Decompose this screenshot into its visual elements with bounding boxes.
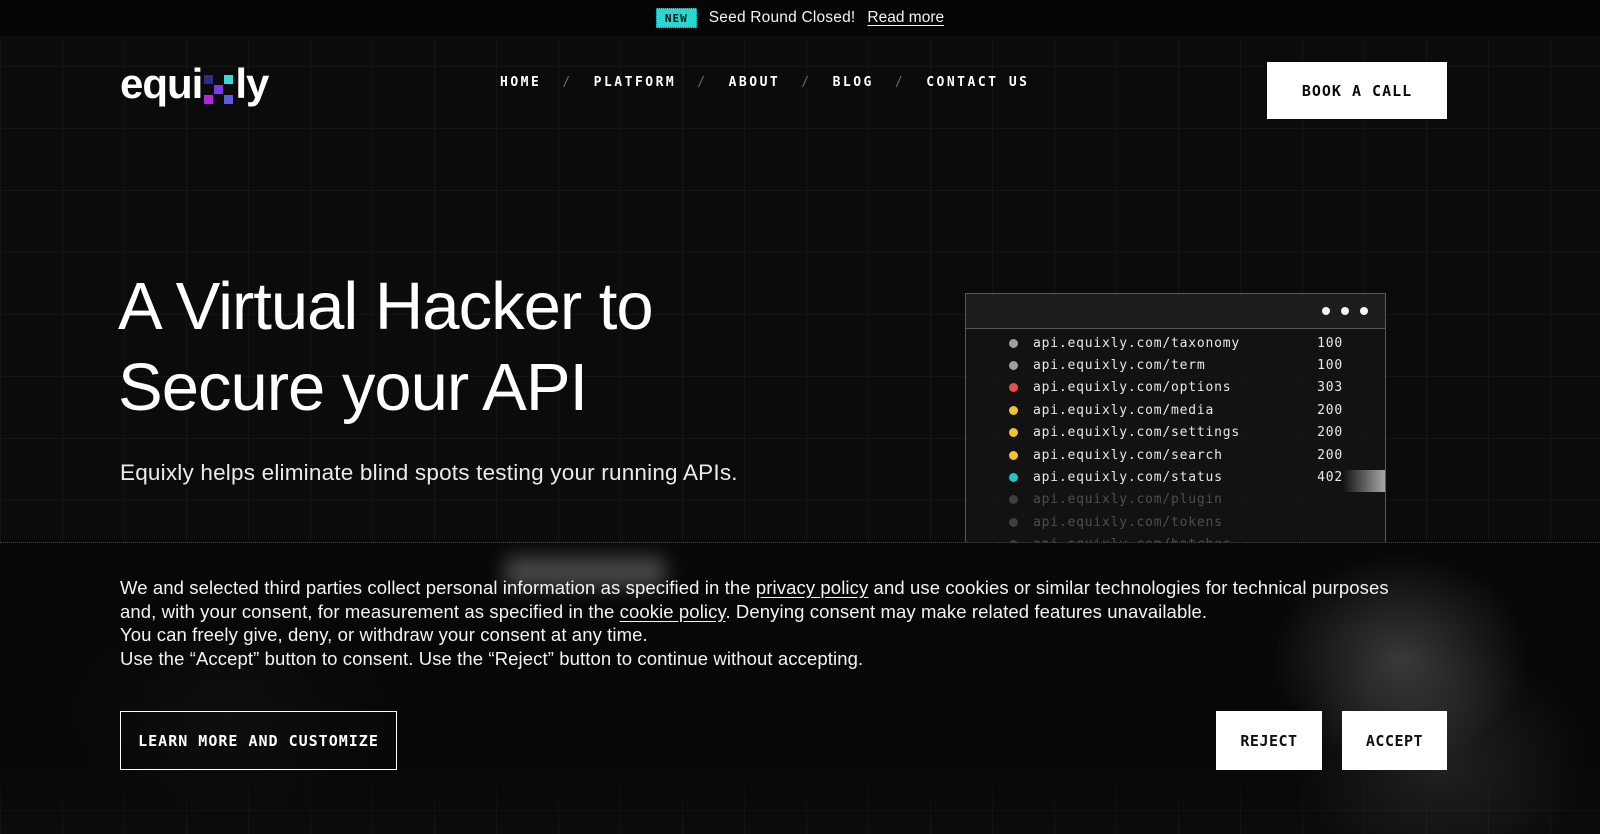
terminal-row: api.equixly.com/status 402 [966, 466, 1385, 488]
nav-item-home[interactable]: HOME [500, 75, 541, 90]
window-dot-icon [1360, 307, 1368, 315]
hero-subtitle: Equixly helps eliminate blind spots test… [120, 460, 738, 486]
terminal-row: api.equixly.com/settings 200 [966, 422, 1385, 444]
cookie-consent-banner: We and selected third parties collect pe… [0, 542, 1600, 817]
api-endpoint: api.equixly.com/tokens [1033, 515, 1223, 530]
nav-item-about[interactable]: ABOUT [729, 75, 781, 90]
cookie-paragraph-3: Use the “Accept” button to consent. Use … [120, 647, 1390, 671]
announcement-banner: NEW Seed Round Closed! Read more [0, 0, 1600, 37]
learn-more-customize-button[interactable]: LEARN MORE AND CUSTOMIZE [120, 711, 397, 770]
logo-x-icon [204, 75, 233, 104]
status-dot-icon [1009, 406, 1018, 415]
api-endpoint: api.equixly.com/taxonomy [1033, 336, 1240, 351]
status-code: 200 [1317, 403, 1343, 418]
api-endpoint: api.equixly.com/plugin [1033, 492, 1223, 507]
terminal-row: api.equixly.com/taxonomy 100 [966, 332, 1385, 354]
privacy-policy-link[interactable]: privacy policy [756, 577, 868, 598]
status-code: 402 [1317, 470, 1343, 485]
announcement-text: Seed Round Closed! [709, 9, 856, 27]
status-dot-icon [1009, 473, 1018, 482]
status-code: 200 [1317, 425, 1343, 440]
status-dot-icon [1009, 428, 1018, 437]
nav-item-contact-us[interactable]: CONTACT US [926, 75, 1029, 90]
main-nav: HOME / PLATFORM / ABOUT / BLOG / CONTACT US [500, 37, 1029, 128]
nav-item-platform[interactable]: PLATFORM [594, 75, 677, 90]
book-a-call-button[interactable]: BOOK A CALL [1267, 62, 1447, 119]
logo-text-post: ly [235, 60, 268, 108]
nav-separator: / [801, 75, 811, 90]
logo[interactable]: equi ly [120, 59, 268, 109]
terminal-body: api.equixly.com/taxonomy 100 api.equixly… [966, 329, 1385, 545]
cookie-policy-link[interactable]: cookie policy [620, 601, 726, 622]
accept-button[interactable]: ACCEPT [1342, 711, 1447, 770]
api-endpoint: api.equixly.com/settings [1033, 425, 1240, 440]
read-more-link[interactable]: Read more [867, 9, 944, 27]
api-scan-terminal: api.equixly.com/taxonomy 100 api.equixly… [965, 293, 1386, 545]
landing-page: NEW Seed Round Closed! Read more equi ly… [0, 0, 1600, 834]
terminal-row: api.equixly.com/tokens [966, 511, 1385, 533]
terminal-row: api.equixly.com/options 303 [966, 377, 1385, 399]
terminal-row: api.equixly.com/search 200 [966, 444, 1385, 466]
cookie-consent-text: We and selected third parties collect pe… [120, 576, 1390, 670]
api-endpoint: api.equixly.com/status [1033, 470, 1223, 485]
status-code: 303 [1317, 380, 1343, 395]
terminal-row: api.equixly.com/media 200 [966, 399, 1385, 421]
status-code: 200 [1317, 448, 1343, 463]
nav-item-blog[interactable]: BLOG [833, 75, 874, 90]
site-header: equi ly HOME / PLATFORM / ABOUT / BLOG / CONTACT… [0, 37, 1600, 128]
window-dot-icon [1322, 307, 1330, 315]
window-dot-icon [1341, 307, 1349, 315]
cookie-paragraph-2: You can freely give, deny, or withdraw y… [120, 623, 1390, 647]
nav-separator: / [895, 75, 905, 90]
status-code: 100 [1317, 336, 1343, 351]
status-code: 100 [1317, 358, 1343, 373]
new-badge: NEW [656, 8, 697, 28]
logo-text-pre: equi [120, 60, 202, 108]
terminal-row: api.equixly.com/plugin [966, 489, 1385, 511]
reject-button[interactable]: REJECT [1216, 711, 1322, 770]
hero-title-line1: A Virtual Hacker to [118, 269, 653, 344]
api-endpoint: api.equixly.com/term [1033, 358, 1206, 373]
cookie-paragraph-1: We and selected third parties collect pe… [120, 576, 1390, 623]
terminal-titlebar [966, 294, 1385, 329]
status-dot-icon [1009, 383, 1018, 392]
hero-title-line2: Secure your API [118, 350, 587, 425]
nav-separator: / [697, 75, 707, 90]
status-dot-icon [1009, 361, 1018, 370]
status-dot-icon [1009, 339, 1018, 348]
nav-separator: / [562, 75, 572, 90]
status-dot-icon [1009, 451, 1018, 460]
api-endpoint: api.equixly.com/media [1033, 403, 1214, 418]
status-dot-icon [1009, 518, 1018, 527]
status-dot-icon [1009, 495, 1018, 504]
terminal-row: api.equixly.com/term 100 [966, 354, 1385, 376]
api-endpoint: api.equixly.com/options [1033, 380, 1231, 395]
api-endpoint: api.equixly.com/search [1033, 448, 1223, 463]
hero-title: A Virtual Hacker to Secure your API [118, 266, 653, 428]
